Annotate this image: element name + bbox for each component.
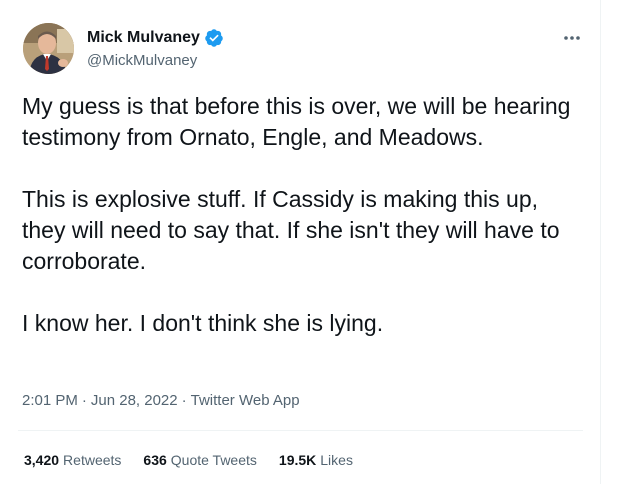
tweet-paragraph: My guess is that before this is over, we…: [22, 93, 571, 150]
author-name[interactable]: Mick Mulvaney: [87, 28, 200, 48]
tweet-date[interactable]: Jun 28, 2022: [91, 391, 178, 411]
tweet-source[interactable]: Twitter Web App: [191, 391, 300, 411]
tweet-stats: 3,420 Retweets 636 Quote Tweets 19.5K Li…: [24, 451, 353, 469]
retweets-count: 3,420: [24, 452, 60, 468]
verified-badge-icon: [204, 28, 224, 48]
tweet-paragraph: This is explosive stuff. If Cassidy is m…: [22, 186, 560, 274]
meta-separator: ·: [81, 392, 87, 409]
tweet-text: My guess is that before this is over, we…: [22, 91, 587, 339]
tweet-time[interactable]: 2:01 PM: [22, 391, 78, 411]
more-dots-icon[interactable]: [560, 28, 584, 48]
likes-count: 19.5K: [278, 452, 317, 468]
author-handle[interactable]: @MickMulvaney: [87, 52, 197, 70]
quote-tweets-label: Quote Tweets: [170, 452, 257, 468]
avatar-photo: [23, 23, 74, 74]
tweet-paragraph: I know her. I don't think she is lying.: [22, 310, 384, 336]
likes-label: Likes: [320, 452, 353, 468]
divider: [18, 430, 583, 431]
tweet-meta: 2:01 PM · Jun 28, 2022 · Twitter Web App: [22, 391, 300, 411]
tweet-card: Mick Mulvaney @MickMulvaney My guess is …: [0, 0, 601, 484]
author-name-row[interactable]: Mick Mulvaney: [87, 28, 224, 48]
retweets-stat[interactable]: 3,420 Retweets: [24, 451, 121, 469]
quote-tweets-stat[interactable]: 636 Quote Tweets: [143, 451, 257, 469]
avatar[interactable]: [23, 23, 74, 74]
meta-separator: ·: [181, 392, 187, 409]
retweets-label: Retweets: [63, 452, 122, 468]
quote-tweets-count: 636: [143, 452, 167, 468]
likes-stat[interactable]: 19.5K Likes: [279, 451, 353, 469]
